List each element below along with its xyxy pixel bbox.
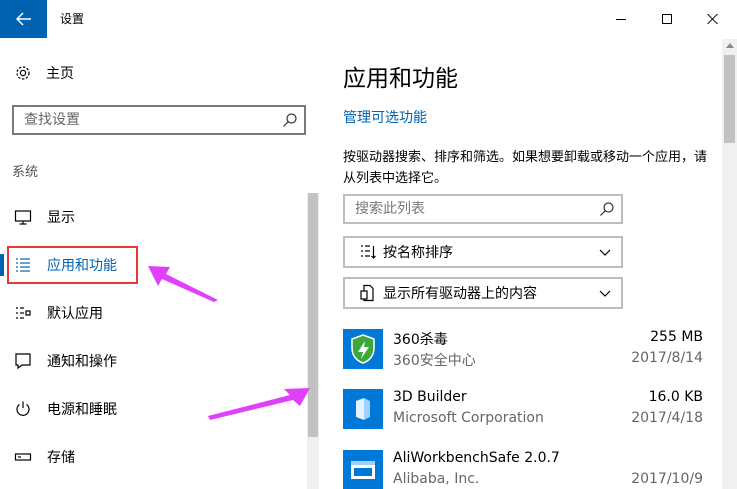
sidebar-item-label: 存储 [47, 450, 75, 466]
maximize-button[interactable] [644, 0, 690, 38]
main-content: 应用和功能 管理可选功能 按驱动器搜索、排序和筛选。如果想要卸载或移动一个应用，… [320, 39, 737, 489]
chevron-down-icon [599, 290, 611, 297]
page-title: 应用和功能 [343, 66, 458, 92]
back-button[interactable] [0, 0, 47, 38]
chevron-up-icon [725, 43, 734, 48]
app-list-item[interactable]: 3D Builder Microsoft Corporation 16.0 KB… [343, 389, 703, 439]
title-bar: 设置 [0, 0, 737, 39]
scroll-up-button[interactable] [722, 39, 737, 51]
settings-search[interactable] [12, 105, 306, 135]
search-icon [600, 202, 614, 216]
sidebar-item-label: 默认应用 [47, 306, 103, 322]
manage-optional-features-link[interactable]: 管理可选功能 [343, 107, 427, 127]
app-date: 2017/8/14 [631, 350, 703, 366]
app-publisher: Alibaba, Inc. [393, 471, 480, 487]
app-date: 2017/4/18 [631, 410, 703, 426]
storage-icon [14, 453, 32, 461]
minimize-icon [616, 18, 626, 20]
settings-search-input[interactable] [14, 107, 264, 133]
sidebar-item-display[interactable]: 显示 [0, 196, 300, 238]
app-date: 2017/10/9 [631, 471, 703, 487]
drive-filter-value: 显示所有驱动器上的内容 [383, 286, 537, 302]
search-icon [283, 113, 297, 127]
sidebar-home-label: 主页 [46, 66, 74, 82]
main-scrollbar-thumb[interactable] [724, 55, 735, 143]
app-name: 3D Builder [393, 389, 467, 405]
maximize-icon [662, 14, 672, 24]
sidebar-home[interactable]: 主页 [14, 63, 74, 83]
sort-dropdown-value: 按名称排序 [383, 245, 453, 261]
app-list-search-input[interactable] [345, 196, 585, 222]
sidebar-item-label: 显示 [47, 210, 75, 226]
app-list-item[interactable]: AliWorkbenchSafe 2.0.7 Alibaba, Inc. 201… [343, 450, 703, 489]
sort-dropdown[interactable]: 按名称排序 [343, 236, 623, 268]
app-size: 16.0 KB [648, 389, 703, 405]
sidebar-item-label: 通知和操作 [47, 354, 117, 370]
sort-icon [361, 245, 376, 259]
sidebar-item-notifications[interactable]: 通知和操作 [0, 340, 300, 382]
arrow-left-icon [15, 12, 31, 26]
description: 按驱动器搜索、排序和筛选。如果想要卸载或移动一个应用，请从列表中选择它。 [343, 150, 708, 186]
gear-icon [16, 66, 30, 80]
chevron-down-icon [599, 249, 611, 256]
app-size: 255 MB [650, 329, 703, 345]
app-list-search[interactable] [343, 194, 623, 224]
app-name: AliWorkbenchSafe 2.0.7 [393, 450, 560, 466]
active-indicator [0, 254, 4, 276]
app-publisher: Microsoft Corporation [393, 410, 544, 426]
annotation-arrow-icon [148, 266, 218, 302]
3d-builder-icon [343, 389, 383, 429]
drive-filter-dropdown[interactable]: 显示所有驱动器上的内容 [343, 277, 623, 309]
app-publisher: 360安全中心 [393, 353, 476, 369]
window-title: 设置 [60, 12, 85, 26]
app-name: 360杀毒 [393, 332, 448, 348]
monitor-icon [14, 210, 32, 225]
minimize-button[interactable] [598, 0, 644, 38]
notification-icon [15, 353, 31, 370]
close-button[interactable] [690, 0, 736, 38]
shield-icon [343, 329, 383, 369]
sidebar-item-label: 电源和睡眠 [47, 402, 117, 418]
app-list-item[interactable]: 360杀毒 360安全中心 255 MB 2017/8/14 [343, 329, 703, 379]
power-icon [16, 401, 30, 416]
window-app-icon [343, 450, 383, 489]
sidebar-item-storage[interactable]: 存储 [0, 436, 300, 478]
annotation-arrow-icon [208, 388, 310, 420]
section-label-system: 系统 [12, 165, 39, 180]
drive-icon [360, 284, 374, 302]
default-apps-icon [16, 307, 31, 319]
highlight-box [7, 246, 138, 284]
close-icon [707, 13, 719, 25]
